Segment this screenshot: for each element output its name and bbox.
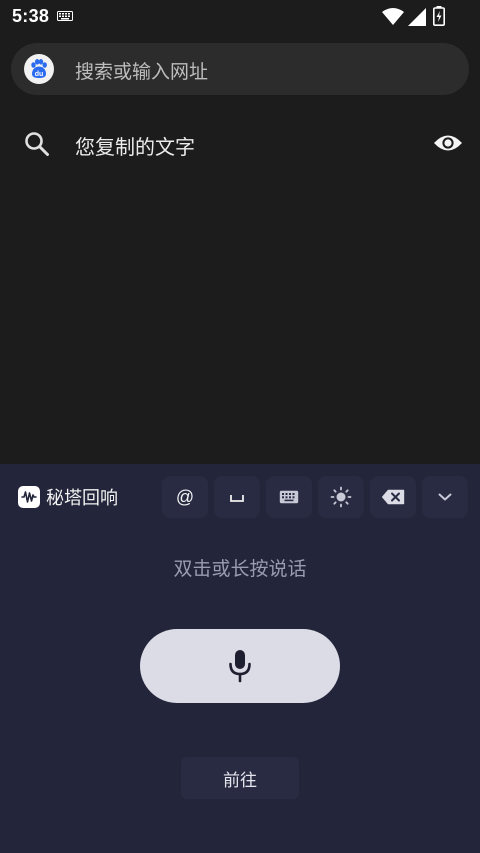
microphone-button[interactable]: [140, 629, 340, 703]
signal-icon: [408, 8, 426, 26]
wifi-icon: [382, 8, 404, 25]
brand: 秘塔回响: [18, 484, 118, 510]
chevron-down-icon: [438, 493, 452, 501]
voice-input-panel: 秘塔回响 @ 双击或长按说话 前往: [0, 464, 480, 853]
at-key[interactable]: @: [162, 476, 208, 518]
go-button[interactable]: 前往: [181, 757, 299, 799]
search-placeholder: 搜索或输入网址: [75, 61, 209, 83]
soundwave-logo-icon: [18, 486, 40, 508]
collapse-key[interactable]: [422, 476, 468, 518]
space-icon: [230, 495, 244, 502]
clipboard-suggestion[interactable]: 您复制的文字: [0, 116, 480, 172]
keyboard-toggle[interactable]: [266, 476, 312, 518]
keyboard-icon: [279, 490, 299, 504]
backspace-icon: [381, 489, 405, 505]
search-icon: [25, 132, 49, 156]
screen: 5:38 du 搜索或输入网址 您复制的文字 秘塔回响 @ 双击或长按说话 前往: [0, 0, 480, 853]
address-search-bar[interactable]: du 搜索或输入网址: [11, 43, 469, 95]
backspace-key[interactable]: [370, 476, 416, 518]
keyboard-icon: [57, 11, 73, 21]
keyboard-toolbar: @: [162, 476, 468, 518]
baidu-logo: du: [24, 54, 54, 84]
battery-charging-icon: [433, 6, 445, 26]
voice-hint: 双击或长按说话: [173, 558, 307, 580]
brightness-toggle[interactable]: [318, 476, 364, 518]
suggestion-text: 您复制的文字: [75, 135, 195, 159]
svg-text:du: du: [35, 71, 44, 78]
brand-name: 秘塔回响: [46, 488, 118, 509]
status-bar: 5:38: [0, 0, 480, 34]
status-time: 5:38: [12, 6, 50, 26]
eye-icon[interactable]: [433, 132, 463, 154]
space-key[interactable]: [214, 476, 260, 518]
sun-icon: [330, 486, 352, 508]
microphone-icon: [229, 650, 251, 683]
